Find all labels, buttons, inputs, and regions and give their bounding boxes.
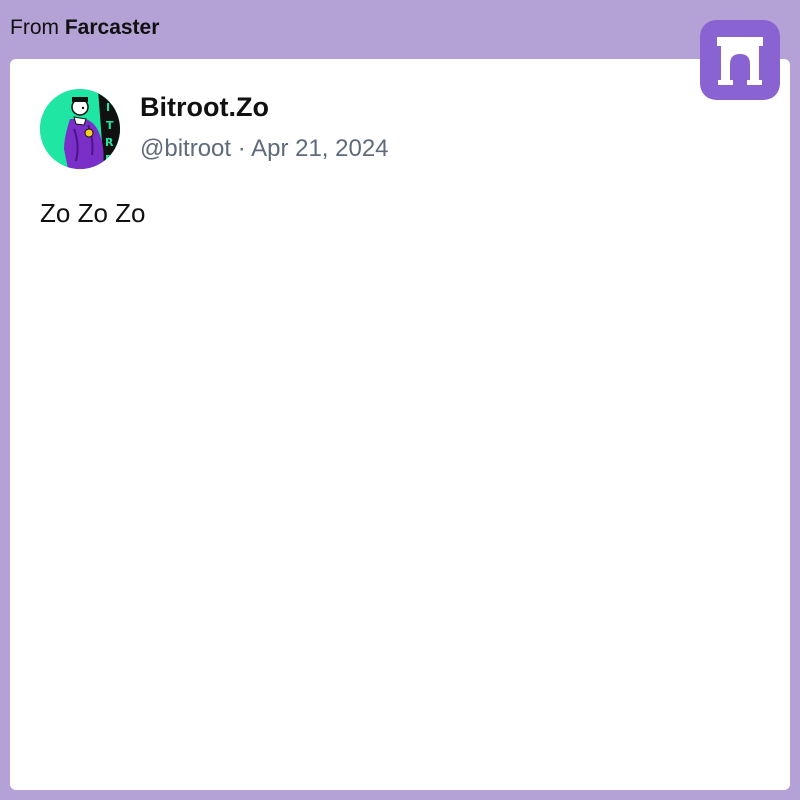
user-avatar[interactable]: I T R E [40,89,120,169]
user-handle[interactable]: @bitroot [140,135,231,162]
display-name[interactable]: Bitroot.Zo [140,92,269,123]
meta-separator: · [237,135,246,162]
post-card[interactable]: I T R E Bitroot.Zo @bitroot · Apr 21, 20… [10,59,790,790]
post-meta: @bitroot · Apr 21, 2024 [140,135,389,163]
farcaster-arch-icon[interactable] [700,20,780,100]
source-name: Farcaster [64,16,160,39]
source-prefix: From [10,16,59,39]
post-text: Zo Zo Zo [40,198,146,228]
svg-text:E: E [105,153,113,166]
svg-text:T: T [106,119,114,132]
svg-text:I: I [106,101,110,114]
source-attribution: From Farcaster [10,16,159,40]
avatar-image: I T R E [40,89,120,169]
post-date[interactable]: Apr 21, 2024 [251,135,388,162]
farcaster-logo-graphic [700,20,780,100]
svg-text:R: R [105,136,114,149]
